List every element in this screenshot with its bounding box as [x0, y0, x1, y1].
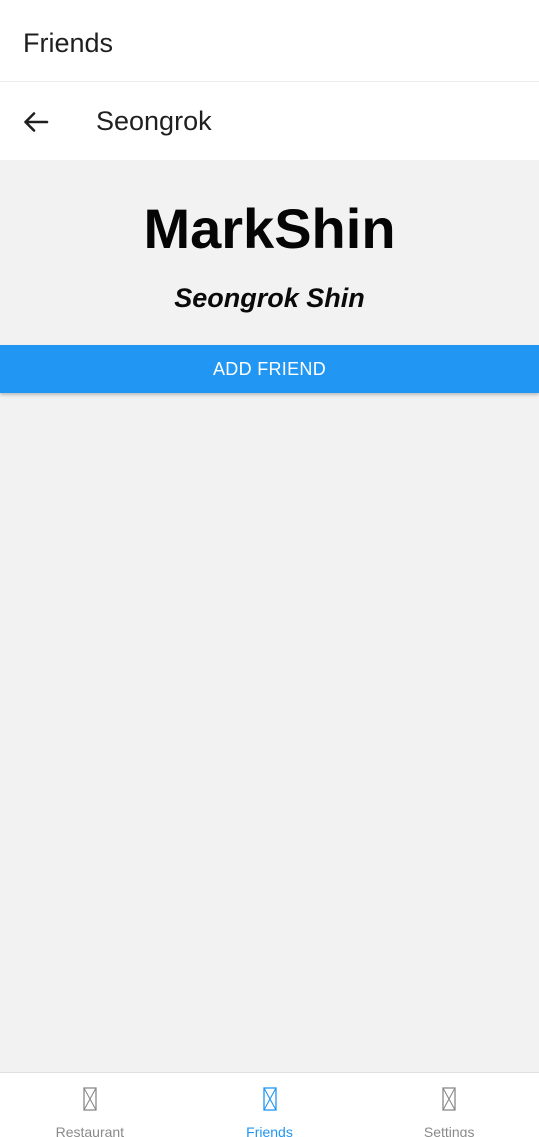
profile-content: MarkShin Seongrok Shin ADD FRIEND: [0, 160, 539, 1072]
nav-label-settings: Settings: [423, 1124, 475, 1137]
nav-item-restaurant[interactable]: Restaurant: [0, 1073, 180, 1137]
nav-item-settings[interactable]: Settings: [359, 1073, 539, 1137]
nav-item-friends[interactable]: Friends: [180, 1073, 360, 1137]
nav-label-friends: Friends: [246, 1124, 293, 1137]
profile-username: MarkShin: [143, 197, 396, 260]
nav-label-restaurant: Restaurant: [55, 1124, 125, 1137]
app-title: Friends: [23, 28, 114, 58]
sub-header-title: Seongrok: [96, 106, 212, 136]
app-header: Friends: [0, 0, 539, 82]
arrow-left-icon: [24, 112, 49, 132]
back-button[interactable]: [14, 100, 58, 144]
bottom-nav: Restaurant Friends Settings: [0, 1072, 539, 1137]
add-friend-button[interactable]: ADD FRIEND: [0, 345, 539, 393]
profile-full-name: Seongrok Shin: [174, 283, 365, 313]
placeholder-icon: [442, 1087, 456, 1111]
placeholder-icon: [83, 1087, 97, 1111]
sub-header: Seongrok: [0, 82, 539, 160]
placeholder-icon: [262, 1087, 277, 1111]
